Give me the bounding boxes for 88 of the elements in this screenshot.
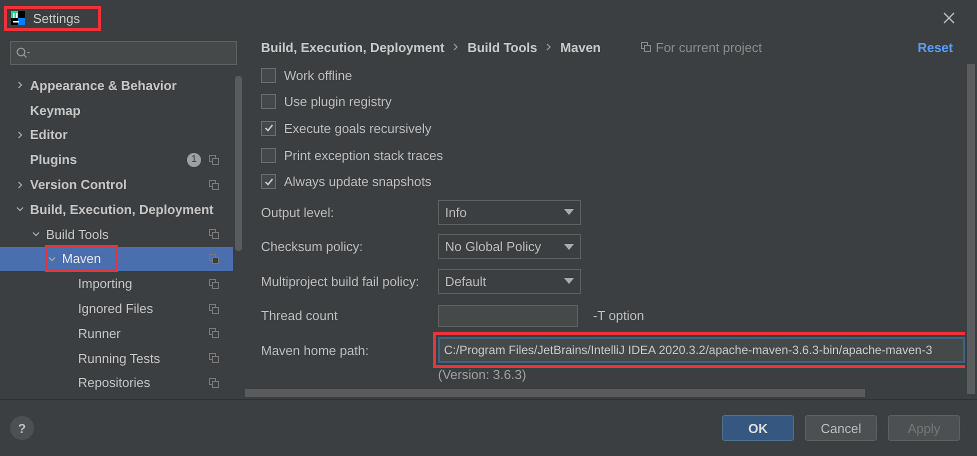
caret-icon bbox=[564, 209, 574, 216]
dialog-button[interactable]: Cancel bbox=[805, 415, 877, 441]
chevron-icon[interactable] bbox=[16, 130, 24, 139]
dialog-button[interactable]: OK bbox=[722, 415, 794, 441]
field-label: Multiproject build fail policy: bbox=[261, 274, 420, 289]
copy-icon bbox=[209, 278, 219, 289]
checkbox-label[interactable]: Print exception stack traces bbox=[284, 148, 443, 163]
tree-item[interactable]: Maven bbox=[0, 246, 233, 272]
caret-icon bbox=[564, 278, 574, 284]
tree-item-label: Ignored Files bbox=[78, 301, 154, 316]
chevron-icon[interactable] bbox=[16, 81, 24, 90]
checkbox-label[interactable]: Use plugin registry bbox=[284, 94, 392, 110]
tree-item-label: Editor bbox=[30, 127, 68, 142]
field-label: Thread count bbox=[261, 308, 339, 324]
scrollbar[interactable] bbox=[245, 389, 865, 397]
chevron-icon[interactable] bbox=[48, 254, 56, 263]
tree-item[interactable]: Ignored Files bbox=[0, 296, 233, 321]
close-icon[interactable] bbox=[943, 12, 955, 24]
scrollbar[interactable] bbox=[235, 76, 242, 251]
update-count-badge: 1 bbox=[187, 152, 201, 167]
input-field[interactable] bbox=[438, 304, 578, 327]
tree-item[interactable]: Build Tools bbox=[0, 222, 233, 247]
chevron-icon[interactable] bbox=[16, 180, 24, 189]
caret-icon bbox=[564, 244, 574, 250]
tree-item[interactable]: Plugins 1 bbox=[0, 147, 233, 172]
checkbox-label[interactable]: Always update snapshots bbox=[284, 174, 432, 190]
scrollbar[interactable] bbox=[967, 64, 975, 394]
search-icon bbox=[16, 47, 30, 59]
tree-item[interactable]: Editor bbox=[0, 122, 233, 148]
tree-item[interactable]: Repositories bbox=[0, 370, 233, 396]
checkbox[interactable] bbox=[261, 174, 276, 190]
breadcrumb-item[interactable]: Build, Execution, Deployment bbox=[261, 40, 444, 54]
tree-item[interactable]: Runner bbox=[0, 320, 233, 346]
checkbox-label[interactable]: Work offline bbox=[284, 68, 352, 83]
check-icon bbox=[264, 176, 274, 187]
chevron-icon bbox=[453, 43, 458, 51]
tree-item-label: Runner bbox=[78, 326, 121, 341]
tree-item-label: Version Control bbox=[30, 177, 127, 192]
chevron-icon bbox=[546, 43, 552, 51]
checkbox[interactable] bbox=[261, 68, 276, 83]
breadcrumb-item[interactable]: Maven bbox=[560, 40, 601, 54]
checkbox[interactable] bbox=[261, 94, 276, 110]
field-label: Checksum policy: bbox=[261, 239, 364, 254]
copy-icon bbox=[209, 254, 219, 264]
tree-item[interactable]: Version Control bbox=[0, 172, 233, 197]
tree-item-label: Build, Execution, Deployment bbox=[30, 202, 214, 217]
copy-icon bbox=[209, 180, 219, 190]
tree-item-label: Repositories bbox=[78, 375, 150, 390]
tree-item[interactable]: Keymap bbox=[0, 98, 233, 123]
field-label: Output level: bbox=[261, 204, 335, 220]
path-field[interactable]: C:/Program Files/JetBrains/IntelliJ IDEA 2020.3.2/apache-maven-3.6.3-bin/apache-maven-3 bbox=[438, 337, 965, 364]
field-label: Maven home path: bbox=[261, 342, 370, 358]
tree-item-label: Running Tests bbox=[78, 350, 160, 366]
check-icon bbox=[264, 123, 274, 134]
tree-item[interactable]: Build, Execution, Deployment bbox=[0, 196, 233, 222]
checkbox[interactable] bbox=[261, 148, 276, 163]
dropdown[interactable]: No Global Policy bbox=[438, 234, 581, 260]
window-title: Settings bbox=[33, 10, 80, 26]
version-note: (Version: 3.6.3) bbox=[438, 367, 528, 382]
copy-icon bbox=[209, 353, 219, 364]
reset-link[interactable]: Reset bbox=[918, 40, 953, 54]
breadcrumb-item[interactable]: Build Tools bbox=[467, 40, 538, 54]
dropdown[interactable]: Default bbox=[438, 268, 581, 294]
checkbox-label[interactable]: Execute goals recursively bbox=[284, 120, 432, 136]
tree-item-label: Keymap bbox=[30, 102, 81, 118]
dropdown[interactable]: Info bbox=[438, 200, 581, 225]
scope-note: For current project bbox=[656, 40, 762, 54]
tree-item[interactable]: Running Tests bbox=[0, 346, 233, 371]
chevron-icon[interactable] bbox=[32, 230, 40, 238]
tree-item-label: Importing bbox=[78, 276, 132, 292]
copy-icon bbox=[209, 304, 219, 314]
copy-icon bbox=[640, 42, 651, 52]
tree-item-label: Appearance & Behavior bbox=[30, 78, 177, 93]
field-hint: -T option bbox=[593, 308, 644, 324]
tree-item[interactable]: Appearance & Behavior bbox=[0, 73, 233, 98]
tree-item-label: Maven bbox=[62, 251, 102, 266]
copy-icon bbox=[209, 378, 219, 388]
copy-icon bbox=[209, 328, 219, 338]
tree-item-label: Build Tools bbox=[46, 226, 109, 242]
tree-item[interactable]: Importing bbox=[0, 271, 233, 296]
copy-icon bbox=[209, 154, 219, 165]
help-button[interactable]: ? bbox=[10, 416, 34, 440]
chevron-icon[interactable] bbox=[16, 205, 24, 214]
search-field[interactable] bbox=[10, 41, 237, 65]
app-icon bbox=[11, 11, 25, 25]
copy-icon bbox=[209, 229, 219, 240]
checkbox[interactable] bbox=[261, 120, 276, 136]
tree-item-label: Plugins bbox=[30, 152, 77, 168]
